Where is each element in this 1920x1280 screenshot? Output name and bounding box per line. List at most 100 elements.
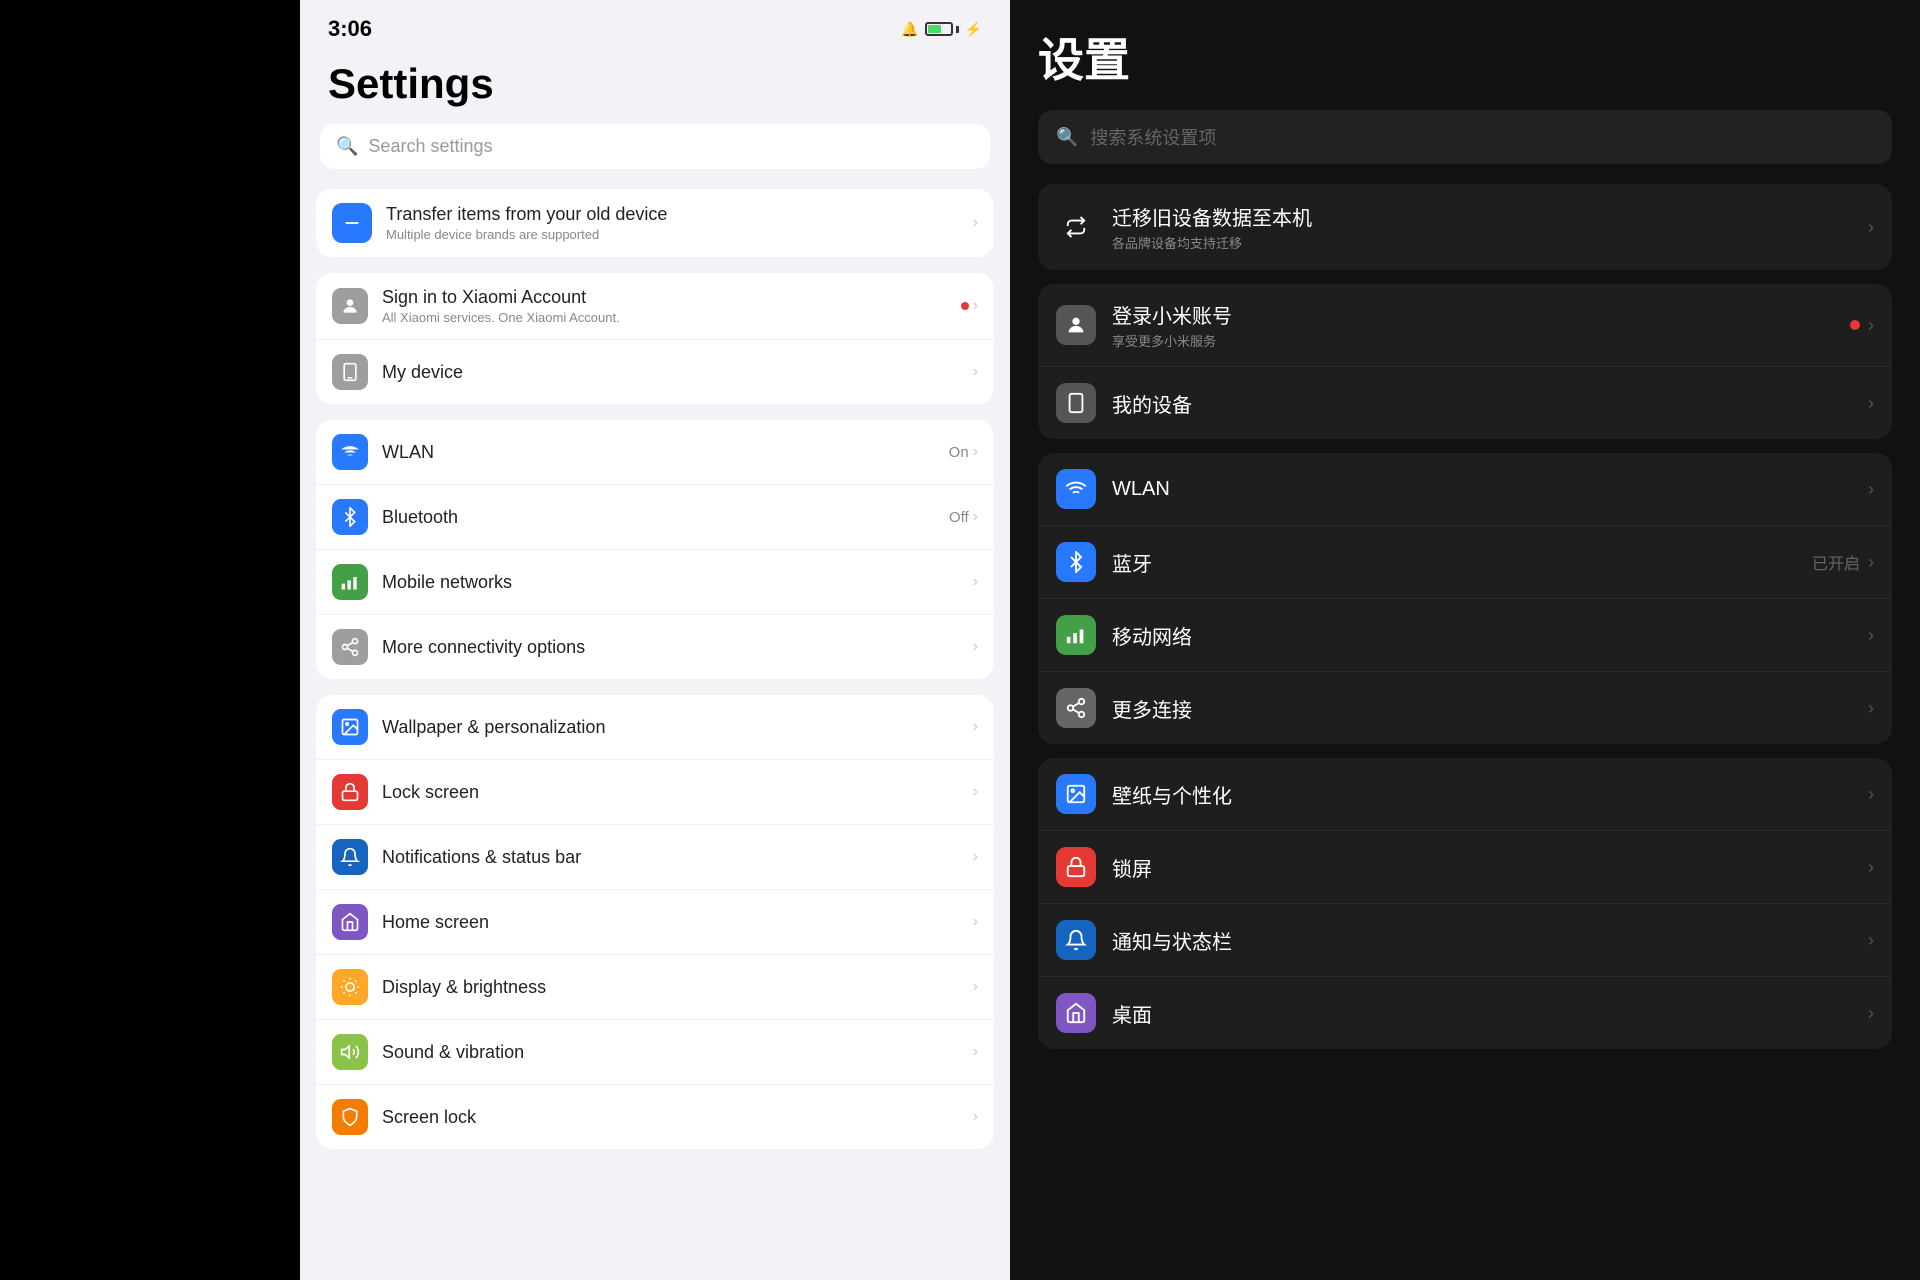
right-wlan-item[interactable]: WLAN › xyxy=(1038,453,1892,526)
transfer-chevron: › xyxy=(973,214,978,232)
alarm-icon: 🔔 xyxy=(901,21,918,38)
sound-icon xyxy=(332,1034,368,1070)
home-screen-item[interactable]: Home screen › xyxy=(316,890,994,955)
right-account-icon xyxy=(1056,305,1096,345)
lock-screen-text: Lock screen xyxy=(382,782,973,803)
wlan-item[interactable]: WLAN On › xyxy=(316,420,994,485)
right-search-bar[interactable]: 🔍 搜索系统设置项 xyxy=(1038,110,1892,164)
my-device-item[interactable]: My device › xyxy=(316,340,994,404)
screen-lock-title: Screen lock xyxy=(382,1107,973,1128)
display-text: Display & brightness xyxy=(382,977,973,998)
more-connectivity-title: More connectivity options xyxy=(382,637,973,658)
right-account-dot xyxy=(1850,320,1860,330)
right-my-device-item[interactable]: 我的设备 › xyxy=(1038,367,1892,439)
screen-lock-text: Screen lock xyxy=(382,1107,973,1128)
more-connectivity-text: More connectivity options xyxy=(382,637,973,658)
right-bluetooth-item[interactable]: 蓝牙 已开启 › xyxy=(1038,526,1892,599)
account-title: Sign in to Xiaomi Account xyxy=(382,287,961,308)
right-more-connectivity-item[interactable]: 更多连接 › xyxy=(1038,672,1892,744)
right-mobile-networks-item[interactable]: 移动网络 › xyxy=(1038,599,1892,672)
mobile-networks-chevron: › xyxy=(973,573,978,591)
notifications-item[interactable]: Notifications & status bar › xyxy=(316,825,994,890)
right-more-connectivity-chevron: › xyxy=(1868,698,1874,719)
right-wallpaper-title: 壁纸与个性化 xyxy=(1112,780,1868,809)
right-wlan-title: WLAN xyxy=(1112,478,1868,501)
right-home-screen-icon xyxy=(1056,993,1096,1033)
bluetooth-icon xyxy=(332,499,368,535)
display-item[interactable]: Display & brightness › xyxy=(316,955,994,1020)
mobile-networks-item[interactable]: Mobile networks › xyxy=(316,550,994,615)
sound-chevron: › xyxy=(973,1043,978,1061)
right-bluetooth-right: 已开启 › xyxy=(1812,550,1874,574)
right-search-icon: 🔍 xyxy=(1056,127,1078,148)
wlan-status: On xyxy=(949,444,969,461)
status-bar: 3:06 🔔 ⚡ xyxy=(300,0,1010,50)
wlan-icon xyxy=(332,434,368,470)
more-connectivity-item[interactable]: More connectivity options › xyxy=(316,615,994,679)
right-lock-screen-item[interactable]: 锁屏 › xyxy=(1038,831,1892,904)
right-wlan-chevron: › xyxy=(1868,479,1874,500)
right-more-connectivity-icon xyxy=(1056,688,1096,728)
right-account-chevron: › xyxy=(1868,315,1874,336)
wallpaper-icon xyxy=(332,709,368,745)
right-connectivity-card-group: WLAN › 蓝牙 已开启 › 移动网络 › xyxy=(1038,453,1892,744)
right-mobile-networks-title: 移动网络 xyxy=(1112,621,1868,650)
right-bluetooth-status: 已开启 xyxy=(1812,550,1860,574)
screen-lock-item[interactable]: Screen lock › xyxy=(316,1085,994,1149)
search-placeholder: Search settings xyxy=(368,136,492,157)
right-wallpaper-item[interactable]: 壁纸与个性化 › xyxy=(1038,758,1892,831)
mobile-networks-title: Mobile networks xyxy=(382,572,973,593)
right-my-device-text: 我的设备 xyxy=(1112,389,1868,418)
wallpaper-chevron: › xyxy=(973,718,978,736)
right-account-title: 登录小米账号 xyxy=(1112,300,1850,329)
lock-screen-icon xyxy=(332,774,368,810)
account-subtitle: All Xiaomi services. One Xiaomi Account. xyxy=(382,310,961,325)
wallpaper-item[interactable]: Wallpaper & personalization › xyxy=(316,695,994,760)
right-account-right: › xyxy=(1850,315,1874,336)
right-my-device-icon xyxy=(1056,383,1096,423)
battery-icon xyxy=(925,22,959,36)
right-notifications-chevron: › xyxy=(1868,930,1874,951)
personalization-card-group: Wallpaper & personalization › Lock scree… xyxy=(316,695,994,1149)
right-xiaomi-account-item[interactable]: 登录小米账号 享受更多小米服务 › xyxy=(1038,284,1892,367)
lock-screen-item[interactable]: Lock screen › xyxy=(316,760,994,825)
status-time: 3:06 xyxy=(328,16,372,42)
right-transfer-subtitle: 各品牌设备均支持迁移 xyxy=(1112,233,1868,252)
wlan-chevron: › xyxy=(973,443,978,461)
right-wallpaper-chevron: › xyxy=(1868,784,1874,805)
right-wlan-icon xyxy=(1056,469,1096,509)
right-transfer-card[interactable]: 迁移旧设备数据至本机 各品牌设备均支持迁移 › xyxy=(1038,184,1892,270)
lock-screen-chevron: › xyxy=(973,783,978,801)
bluetooth-item[interactable]: Bluetooth Off › xyxy=(316,485,994,550)
right-lock-screen-icon xyxy=(1056,847,1096,887)
transfer-card[interactable]: Transfer items from your old device Mult… xyxy=(316,189,994,257)
right-account-subtitle: 享受更多小米服务 xyxy=(1112,331,1850,350)
right-notifications-text: 通知与状态栏 xyxy=(1112,926,1868,955)
xiaomi-account-item[interactable]: Sign in to Xiaomi Account All Xiaomi ser… xyxy=(316,273,994,340)
right-bluetooth-chevron: › xyxy=(1868,552,1874,573)
right-account-card-group: 登录小米账号 享受更多小米服务 › 我的设备 › xyxy=(1038,284,1892,439)
mobile-networks-text: Mobile networks xyxy=(382,572,973,593)
right-lock-screen-title: 锁屏 xyxy=(1112,853,1868,882)
right-account-text: 登录小米账号 享受更多小米服务 xyxy=(1112,300,1850,350)
right-home-screen-chevron: › xyxy=(1868,1003,1874,1024)
right-notifications-icon xyxy=(1056,920,1096,960)
right-transfer-icon xyxy=(1056,207,1096,247)
notifications-icon xyxy=(332,839,368,875)
right-home-screen-title: 桌面 xyxy=(1112,999,1868,1028)
right-transfer-text: 迁移旧设备数据至本机 各品牌设备均支持迁移 xyxy=(1112,202,1868,252)
right-mobile-networks-text: 移动网络 xyxy=(1112,621,1868,650)
battery-fill xyxy=(928,25,941,33)
search-bar[interactable]: 🔍 Search settings xyxy=(320,124,990,169)
my-device-title: My device xyxy=(382,362,973,383)
home-screen-chevron: › xyxy=(973,913,978,931)
battery-tip xyxy=(956,26,959,33)
right-notifications-item[interactable]: 通知与状态栏 › xyxy=(1038,904,1892,977)
right-my-device-chevron: › xyxy=(1868,393,1874,414)
right-home-screen-item[interactable]: 桌面 › xyxy=(1038,977,1892,1049)
account-right: › xyxy=(961,297,978,315)
home-screen-title: Home screen xyxy=(382,912,973,933)
search-icon: 🔍 xyxy=(336,136,358,157)
my-device-chevron: › xyxy=(973,363,978,381)
sound-item[interactable]: Sound & vibration › xyxy=(316,1020,994,1085)
